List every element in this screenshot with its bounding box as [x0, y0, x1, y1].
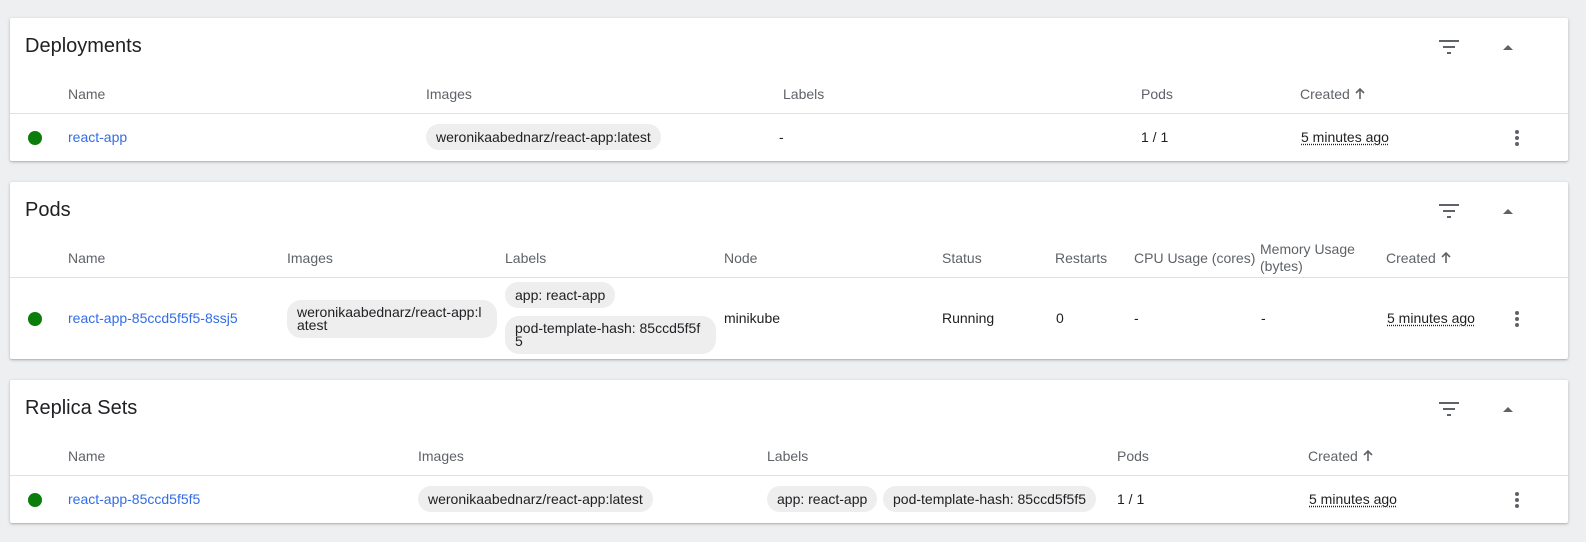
- pods-value: 1 / 1: [1117, 491, 1145, 507]
- image-chip: weronikaabednarz/react-app:latest: [426, 124, 661, 150]
- status-ok-icon: [28, 312, 42, 326]
- replica-sets-card: Replica Sets Name Images Labels Pods Cre…: [10, 380, 1568, 523]
- created-time: 5 minutes ago: [1301, 129, 1389, 145]
- pods-value: 1 / 1: [1141, 129, 1169, 145]
- label-chip: app: react-app: [767, 486, 878, 512]
- sort-ascending-icon: [1363, 450, 1373, 461]
- image-chip: weronikaabednarz/react-app:latest: [418, 486, 653, 512]
- table-row: react-app-85ccd5f5f5-8ssj5 weronikaabedn…: [10, 278, 1568, 359]
- column-created[interactable]: Created: [1386, 250, 1452, 266]
- more-vert-icon[interactable]: [1505, 488, 1529, 512]
- column-labels: Labels: [783, 86, 825, 102]
- column-name[interactable]: Name: [68, 86, 105, 102]
- collapse-icon[interactable]: [1496, 35, 1520, 59]
- collapse-icon[interactable]: [1496, 397, 1520, 421]
- column-pods: Pods: [1117, 448, 1149, 464]
- filter-icon[interactable]: [1437, 397, 1461, 421]
- column-name[interactable]: Name: [68, 448, 105, 464]
- cpu-value: -: [1134, 310, 1139, 326]
- deployments-card: Deployments Name Images Labels Pods Crea…: [10, 18, 1568, 161]
- more-vert-icon[interactable]: [1505, 307, 1529, 331]
- column-cpu-usage: CPU Usage (cores): [1134, 250, 1256, 266]
- filter-icon[interactable]: [1437, 199, 1461, 223]
- column-status: Status: [942, 250, 982, 266]
- deployments-header: Deployments: [10, 18, 1568, 74]
- more-vert-icon[interactable]: [1505, 126, 1529, 150]
- status-ok-icon: [28, 493, 42, 507]
- column-node: Node: [724, 250, 758, 266]
- replica-set-name-link[interactable]: react-app-85ccd5f5f5: [68, 491, 200, 507]
- column-labels: Labels: [505, 250, 547, 266]
- collapse-icon[interactable]: [1496, 199, 1520, 223]
- column-images: Images: [287, 250, 333, 266]
- image-chip: weronikaabednarz/react-app:latest: [287, 300, 497, 338]
- replica-sets-header: Replica Sets: [10, 380, 1568, 436]
- memory-value: -: [1261, 310, 1266, 326]
- label-chip: app: react-app: [505, 282, 616, 308]
- pods-card: Pods Name Images Labels Node Status Rest…: [10, 182, 1568, 359]
- created-time: 5 minutes ago: [1387, 310, 1475, 326]
- pod-name-link[interactable]: react-app-85ccd5f5f5-8ssj5: [68, 310, 238, 326]
- column-created[interactable]: Created: [1300, 86, 1366, 102]
- column-restarts: Restarts: [1055, 250, 1108, 266]
- table-row: react-app-85ccd5f5f5 weronikaabednarz/re…: [10, 476, 1568, 523]
- status-value: Running: [942, 310, 995, 326]
- column-name[interactable]: Name: [68, 250, 105, 266]
- status-ok-icon: [28, 131, 42, 145]
- deployments-table-header: Name Images Labels Pods Created: [10, 74, 1568, 114]
- labels-value: -: [779, 129, 784, 145]
- replica-sets-table-header: Name Images Labels Pods Created: [10, 436, 1568, 476]
- column-memory-usage: Memory Usage (bytes): [1260, 241, 1355, 274]
- pods-header: Pods: [10, 182, 1568, 238]
- pods-title: Pods: [25, 199, 71, 221]
- pods-table-header: Name Images Labels Node Status Restarts …: [10, 238, 1568, 278]
- table-row: react-app weronikaabednarz/react-app:lat…: [10, 114, 1568, 161]
- deployments-title: Deployments: [25, 35, 142, 57]
- filter-icon[interactable]: [1437, 35, 1461, 59]
- node-value: minikube: [724, 310, 781, 326]
- label-chip: pod-template-hash: 85ccd5f5f5: [883, 486, 1097, 512]
- sort-ascending-icon: [1441, 252, 1451, 263]
- replica-sets-title: Replica Sets: [25, 397, 138, 419]
- column-images: Images: [418, 448, 464, 464]
- label-chip: pod-template-hash: 85ccd5f5f5: [505, 316, 716, 354]
- column-created[interactable]: Created: [1308, 448, 1374, 464]
- sort-ascending-icon: [1355, 88, 1365, 99]
- column-labels: Labels: [767, 448, 809, 464]
- restarts-value: 0: [1056, 310, 1064, 326]
- deployment-name-link[interactable]: react-app: [68, 129, 127, 145]
- created-time: 5 minutes ago: [1309, 491, 1397, 507]
- column-pods: Pods: [1141, 86, 1173, 102]
- column-images: Images: [426, 86, 472, 102]
